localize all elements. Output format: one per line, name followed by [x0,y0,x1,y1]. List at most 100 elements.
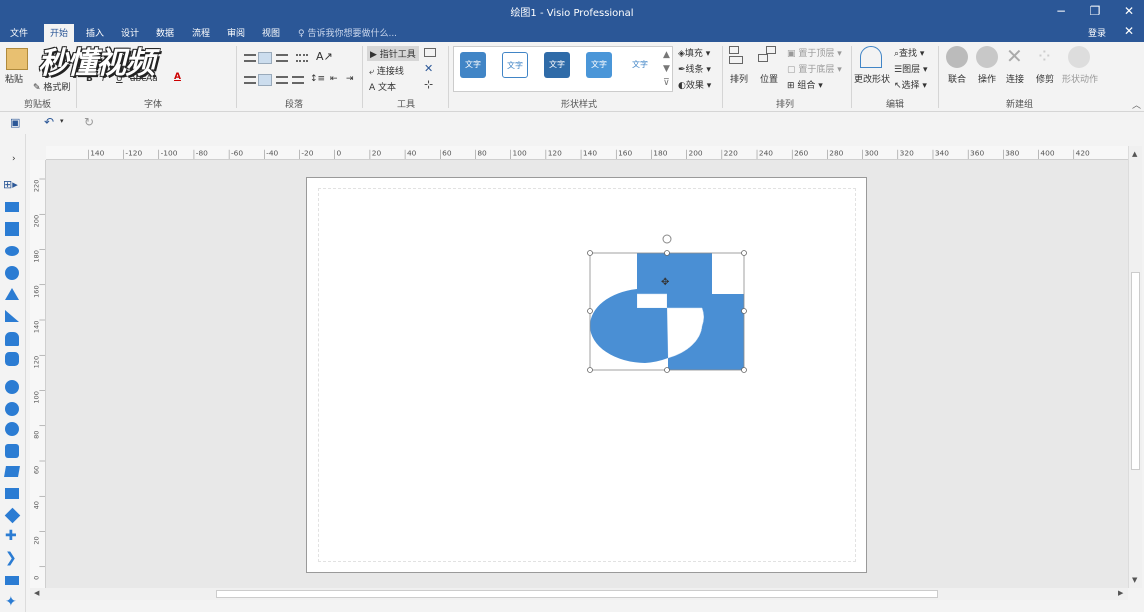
align-right-icon[interactable] [276,76,288,84]
increase-indent-icon[interactable]: ⇥ [346,74,354,84]
find-button[interactable]: ⌕查找 ▾ [894,46,924,59]
login-link[interactable]: 登录 [1088,26,1106,39]
delete-x-icon[interactable]: ✕ [424,62,433,75]
select-button[interactable]: ↖选择 ▾ [894,78,927,91]
effect-button[interactable]: ◐效果 ▾ [678,78,711,91]
style-option-3[interactable]: 文字 [544,52,570,78]
shape-fragment-white-1[interactable] [636,293,668,309]
circle-shape-icon[interactable] [5,266,19,280]
pointer-tool-button[interactable]: ▶ 指针工具 [367,46,419,61]
diamond-shape-icon[interactable] [4,507,21,524]
shapes-icon[interactable]: ⊞▸ [3,178,18,191]
undo-dropdown-icon[interactable]: ▾ [60,117,64,125]
ellipse-shape-icon[interactable] [5,246,19,256]
triangle-shape-icon[interactable] [5,288,19,300]
bullet-list-icon[interactable] [296,54,308,62]
parallelogram-shape-icon[interactable] [4,466,20,477]
group-button[interactable]: ⊞ 组合 ▾ [787,78,823,91]
tab-view[interactable]: 视图 [256,25,286,40]
fragmented-shape-group[interactable]: ✥ [580,228,756,380]
scroll-up-icon[interactable]: ▲ [1132,150,1137,158]
arrange-icon[interactable] [729,46,751,68]
connect-icon[interactable]: ✕ [1006,44,1023,68]
gallery-more-icon[interactable]: ⊽ [663,78,670,88]
align-bottom-icon[interactable] [276,54,288,62]
connection-point-icon[interactable]: ⊹ [424,78,433,91]
trim-button[interactable]: 修剪 [1036,72,1054,85]
chevron-shape-icon[interactable]: ❯ [5,550,17,566]
vertical-scroll-thumb[interactable] [1131,272,1140,470]
trapezoid-shape-icon[interactable] [5,488,19,499]
horizontal-scroll-thumb[interactable] [216,590,938,598]
undo-icon[interactable]: ↶ [44,115,54,129]
rectangle-tool-icon[interactable] [424,48,436,57]
connect-button[interactable]: 连接 [1006,72,1024,85]
gallery-down-icon[interactable]: ▼ [663,64,670,74]
octagon-shape-icon[interactable] [5,402,19,416]
paste-icon[interactable] [6,48,28,70]
union-icon[interactable] [946,46,968,68]
decrease-indent-icon[interactable]: ⇤ [330,74,338,84]
right-triangle-shape-icon[interactable] [5,310,19,322]
operate-button[interactable]: 操作 [978,72,996,85]
style-option-5[interactable]: 文字 [627,52,653,78]
horizontal-scrollbar[interactable]: ◀ ▶ [30,588,1128,600]
collapse-ribbon-icon[interactable]: ︿ [1132,98,1141,111]
fill-button[interactable]: ◈填充 ▾ [678,46,710,59]
style-option-1[interactable]: 文字 [460,52,486,78]
change-shape-icon[interactable] [860,46,882,68]
connector-button[interactable]: ⤶ 连接线 [369,64,404,77]
layers-button[interactable]: ☰图层 ▾ [894,62,927,75]
rounded-rect-shape-icon[interactable] [5,444,19,458]
bring-to-front-button[interactable]: ▣ 置于顶层 ▾ [787,46,842,59]
heptagon-shape-icon[interactable] [5,380,19,394]
shape-animation-icon[interactable] [1068,46,1090,68]
tab-process[interactable]: 流程 [186,25,216,40]
shape-fragment-mid[interactable] [667,294,712,308]
tab-review[interactable]: 审阅 [221,25,251,40]
style-option-4[interactable]: 文字 [586,52,612,78]
trim-icon[interactable]: ⁘ [1036,44,1053,68]
line-button[interactable]: ✒线条 ▾ [678,62,711,75]
position-button[interactable]: 位置 [760,72,778,85]
redo-icon[interactable]: ↻ [84,115,94,129]
justify-icon[interactable] [292,76,304,84]
align-middle-icon[interactable] [258,52,272,64]
decagon-shape-icon[interactable] [5,422,19,436]
expand-panel-icon[interactable]: › [12,154,16,164]
align-top-icon[interactable] [244,54,256,62]
shape-fragment-top[interactable] [637,253,712,294]
restore-button[interactable]: ❐ [1080,2,1110,20]
hexagon-shape-icon[interactable] [5,352,19,366]
scroll-left-icon[interactable]: ◀ [34,589,39,597]
star-shape-icon[interactable]: ✦ [5,594,17,610]
banner-shape-icon[interactable] [5,576,19,585]
style-option-2[interactable]: 文字 [502,52,528,78]
rotate-handle-icon[interactable] [662,234,672,244]
vertical-scrollbar[interactable]: ▲ ▼ [1128,146,1142,588]
text-direction-icon[interactable]: A↗ [316,50,333,63]
shape-animation-button[interactable]: 形状动作 [1062,72,1098,85]
send-to-back-button[interactable]: ▢ 置于底层 ▾ [787,62,842,75]
text-tool-button[interactable]: A 文本 [369,80,396,93]
align-left-icon[interactable] [244,76,256,84]
tell-me-search[interactable]: ♀ 告诉我你想要做什么... [298,26,397,39]
square-shape-icon[interactable] [5,222,19,236]
tab-file[interactable]: 文件 [4,25,34,40]
save-icon[interactable]: ▣ [10,116,20,129]
cross-shape-icon[interactable]: ✚ [5,528,17,544]
line-spacing-icon[interactable]: ↕≡ [310,74,325,84]
gallery-up-icon[interactable]: ▲ [663,50,670,60]
rectangle-shape-icon[interactable] [5,202,19,212]
operate-icon[interactable] [976,46,998,68]
pentagon-shape-icon[interactable] [5,332,19,346]
scroll-right-icon[interactable]: ▶ [1118,589,1123,597]
paste-button[interactable]: 粘贴 [5,72,23,85]
change-shape-button[interactable]: 更改形状 [854,72,890,85]
position-icon[interactable] [758,46,780,68]
tab-data[interactable]: 数据 [150,25,180,40]
close-button[interactable]: ✕ [1114,2,1144,20]
font-color-button[interactable]: A [174,72,181,82]
align-center-icon[interactable] [258,74,272,86]
close-doc-button[interactable]: ✕ [1114,22,1144,40]
